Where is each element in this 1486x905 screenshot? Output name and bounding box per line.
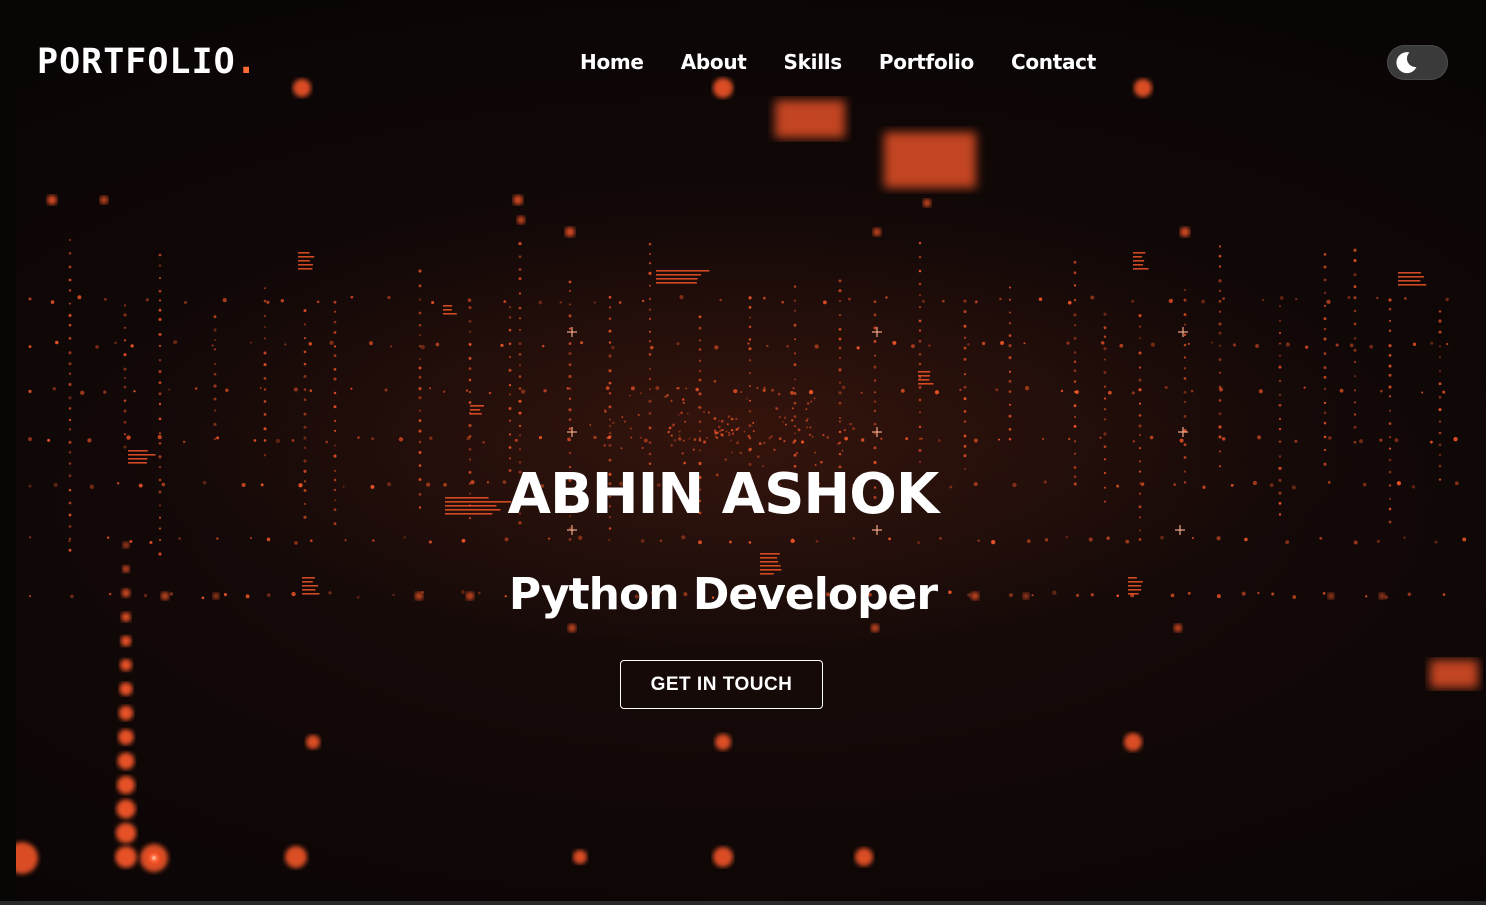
get-in-touch-button[interactable]: GET IN TOUCH xyxy=(620,660,823,709)
bottom-edge-strip xyxy=(0,901,1486,905)
nav-home[interactable]: Home xyxy=(580,48,644,76)
left-edge-strip xyxy=(0,0,16,905)
main-nav: Home About Skills Portfolio Contact xyxy=(580,48,1133,76)
moon-icon xyxy=(1396,52,1417,74)
theme-toggle[interactable] xyxy=(1387,45,1448,80)
nav-portfolio[interactable]: Portfolio xyxy=(879,48,974,76)
hero-name: ABHIN ASHOK xyxy=(507,462,940,527)
nav-skills[interactable]: Skills xyxy=(784,48,843,76)
brand-dot: . xyxy=(235,42,258,82)
hero-role: Python Developer xyxy=(508,569,938,620)
nav-contact[interactable]: Contact xyxy=(1011,48,1096,76)
hero-background-particles xyxy=(6,78,1478,874)
brand-logo[interactable]: PORTFOLIO. xyxy=(37,40,258,84)
brand-text: PORTFOLIO xyxy=(37,42,236,82)
hero-section: PORTFOLIO. Home About Skills Portfolio C… xyxy=(0,0,1486,905)
nav-about[interactable]: About xyxy=(681,48,747,76)
